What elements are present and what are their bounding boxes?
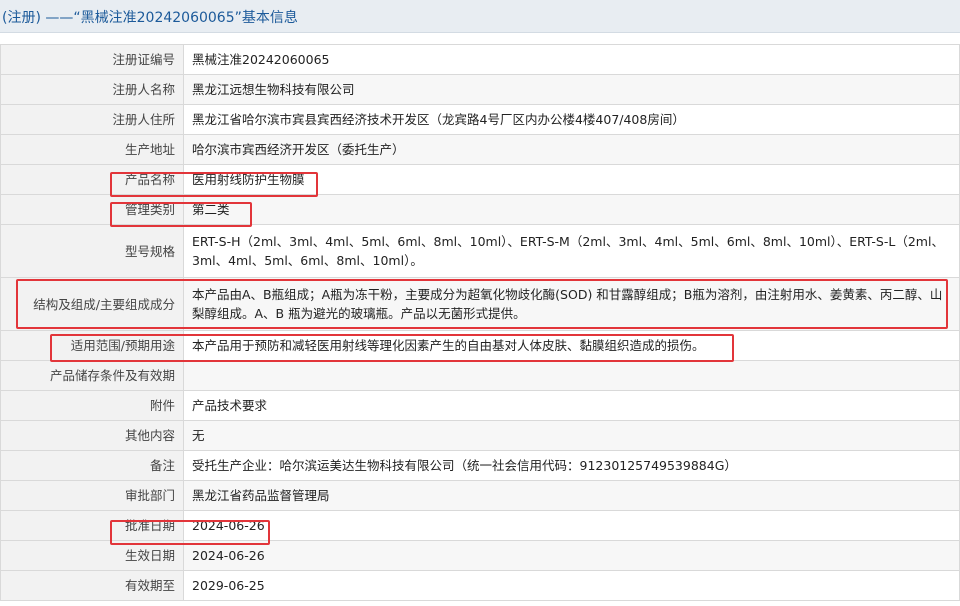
row-value: 产品技术要求 bbox=[183, 390, 960, 421]
row-label: 型号规格 bbox=[0, 224, 184, 278]
row-value: ERT-S-H（2ml、3ml、4ml、5ml、6ml、8ml、10ml）、ER… bbox=[183, 224, 960, 278]
row-label: 批准日期 bbox=[0, 510, 184, 541]
page-title: (注册) ——“黑械注准20242060065”基本信息 bbox=[2, 10, 298, 26]
table-row: 注册人名称 黑龙江远想生物科技有限公司 bbox=[0, 74, 960, 105]
row-label: 注册人名称 bbox=[0, 74, 184, 105]
table-row: 注册证编号 黑械注准20242060065 bbox=[0, 44, 960, 75]
row-label: 审批部门 bbox=[0, 480, 184, 511]
row-label: 注册证编号 bbox=[0, 44, 184, 75]
row-value: 医用射线防护生物膜 bbox=[183, 164, 960, 195]
registration-info-table: 注册证编号 黑械注准20242060065 注册人名称 黑龙江远想生物科技有限公… bbox=[0, 44, 960, 601]
row-label: 管理类别 bbox=[0, 194, 184, 225]
row-value bbox=[183, 360, 960, 391]
table-row: 结构及组成/主要组成成分 本产品由A、B瓶组成；A瓶为冻干粉，主要成分为超氧化物… bbox=[0, 277, 960, 331]
row-value: 第二类 bbox=[183, 194, 960, 225]
row-value: 黑械注准20242060065 bbox=[183, 44, 960, 75]
row-value: 黑龙江远想生物科技有限公司 bbox=[183, 74, 960, 105]
table-row: 附件 产品技术要求 bbox=[0, 390, 960, 421]
table-row: 型号规格 ERT-S-H（2ml、3ml、4ml、5ml、6ml、8ml、10m… bbox=[0, 224, 960, 278]
row-value: 本产品由A、B瓶组成；A瓶为冻干粉，主要成分为超氧化物歧化酶(SOD) 和甘露醇… bbox=[183, 277, 960, 331]
table-row: 审批部门 黑龙江省药品监督管理局 bbox=[0, 480, 960, 511]
row-label: 生效日期 bbox=[0, 540, 184, 571]
page-header: (注册) ——“黑械注准20242060065”基本信息 bbox=[0, 0, 960, 33]
row-value: 无 bbox=[183, 420, 960, 451]
row-value: 黑龙江省哈尔滨市宾县宾西经济技术开发区（龙宾路4号厂区内办公楼4楼407/408… bbox=[183, 104, 960, 135]
row-label: 注册人住所 bbox=[0, 104, 184, 135]
row-value: 哈尔滨市宾西经济开发区（委托生产） bbox=[183, 134, 960, 165]
row-value: 受托生产企业：哈尔滨运美达生物科技有限公司（统一社会信用代码：912301257… bbox=[183, 450, 960, 481]
table-row: 注册人住所 黑龙江省哈尔滨市宾县宾西经济技术开发区（龙宾路4号厂区内办公楼4楼4… bbox=[0, 104, 960, 135]
row-label: 其他内容 bbox=[0, 420, 184, 451]
table-row: 其他内容 无 bbox=[0, 420, 960, 451]
table-row: 产品名称 医用射线防护生物膜 bbox=[0, 164, 960, 195]
row-value: 本产品用于预防和减轻医用射线等理化因素产生的自由基对人体皮肤、黏膜组织造成的损伤… bbox=[183, 330, 960, 361]
row-label: 有效期至 bbox=[0, 570, 184, 601]
table-row: 有效期至 2029-06-25 bbox=[0, 570, 960, 601]
row-value: 2024-06-26 bbox=[183, 540, 960, 571]
table-row: 管理类别 第二类 bbox=[0, 194, 960, 225]
row-value: 2029-06-25 bbox=[183, 570, 960, 601]
row-label: 附件 bbox=[0, 390, 184, 421]
row-label: 结构及组成/主要组成成分 bbox=[0, 277, 184, 331]
row-label: 适用范围/预期用途 bbox=[0, 330, 184, 361]
table-row: 适用范围/预期用途 本产品用于预防和减轻医用射线等理化因素产生的自由基对人体皮肤… bbox=[0, 330, 960, 361]
row-label: 产品名称 bbox=[0, 164, 184, 195]
table-row: 批准日期 2024-06-26 bbox=[0, 510, 960, 541]
row-label: 产品储存条件及有效期 bbox=[0, 360, 184, 391]
row-label: 备注 bbox=[0, 450, 184, 481]
table-row: 产品储存条件及有效期 bbox=[0, 360, 960, 391]
row-label: 生产地址 bbox=[0, 134, 184, 165]
table-row: 生产地址 哈尔滨市宾西经济开发区（委托生产） bbox=[0, 134, 960, 165]
row-value: 2024-06-26 bbox=[183, 510, 960, 541]
table-row: 备注 受托生产企业：哈尔滨运美达生物科技有限公司（统一社会信用代码：912301… bbox=[0, 450, 960, 481]
row-value: 黑龙江省药品监督管理局 bbox=[183, 480, 960, 511]
table-row: 生效日期 2024-06-26 bbox=[0, 540, 960, 571]
